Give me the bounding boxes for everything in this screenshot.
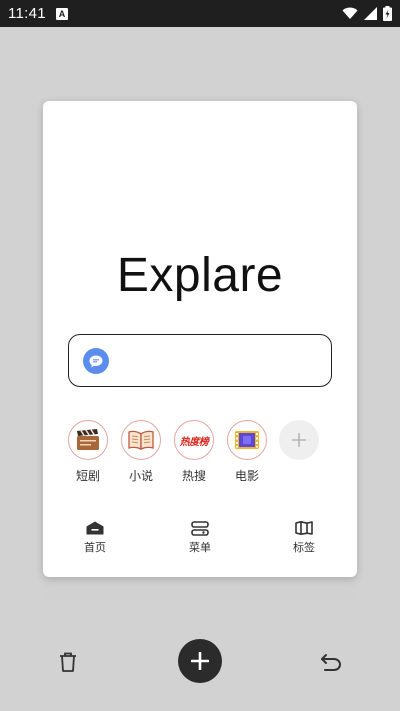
undo-button[interactable] xyxy=(318,649,344,675)
status-indicators xyxy=(342,6,392,21)
hot-list-icon: 热度榜 xyxy=(174,420,214,460)
film-strip-icon xyxy=(227,420,267,460)
status-time: 11:41 xyxy=(8,5,46,22)
nav-home[interactable]: 首页 xyxy=(65,520,125,555)
status-bar: 11:41 A xyxy=(0,0,400,27)
undo-icon xyxy=(321,654,342,671)
delete-tab-button[interactable] xyxy=(55,649,81,675)
new-tab-button[interactable] xyxy=(178,639,222,683)
brand-title: Explare xyxy=(116,249,284,302)
nav-label: 首页 xyxy=(84,541,106,554)
home-icon xyxy=(86,521,104,535)
search-box[interactable] xyxy=(68,334,332,387)
nav-tabs[interactable]: 标签 xyxy=(274,520,334,555)
hot-list-icon-text: 热度榜 xyxy=(179,436,209,448)
signal-icon xyxy=(364,7,377,20)
clapperboard-icon xyxy=(68,420,108,460)
open-book-icon xyxy=(121,420,161,460)
nav-label: 菜单 xyxy=(189,541,211,554)
shortcut-novel[interactable]: 小说 xyxy=(120,420,162,484)
shortcut-label: 热搜 xyxy=(181,469,206,483)
search-input[interactable] xyxy=(119,345,319,375)
shortcut-label: 短剧 xyxy=(75,469,100,483)
battery-icon xyxy=(383,6,392,21)
chat-bubble-icon[interactable] xyxy=(83,348,109,374)
menu-icon xyxy=(191,520,209,536)
shortcut-movie[interactable]: 电影 xyxy=(226,420,268,484)
nav-menu[interactable]: 菜单 xyxy=(170,520,230,555)
shortcut-label: 电影 xyxy=(234,469,259,483)
shortcut-label: 小说 xyxy=(128,469,153,483)
add-shortcut-button[interactable] xyxy=(279,420,319,460)
map-icon xyxy=(295,521,313,535)
nav-label: 标签 xyxy=(293,541,315,554)
app-notification-icon: A xyxy=(55,7,68,20)
wifi-icon xyxy=(342,7,358,19)
plus-icon xyxy=(191,652,209,670)
trash-icon xyxy=(60,652,76,672)
shortcut-hot-search[interactable]: 热度榜 热搜 xyxy=(173,420,215,484)
shortcut-short-drama[interactable]: 短剧 xyxy=(67,420,109,484)
plus-icon xyxy=(292,433,306,447)
